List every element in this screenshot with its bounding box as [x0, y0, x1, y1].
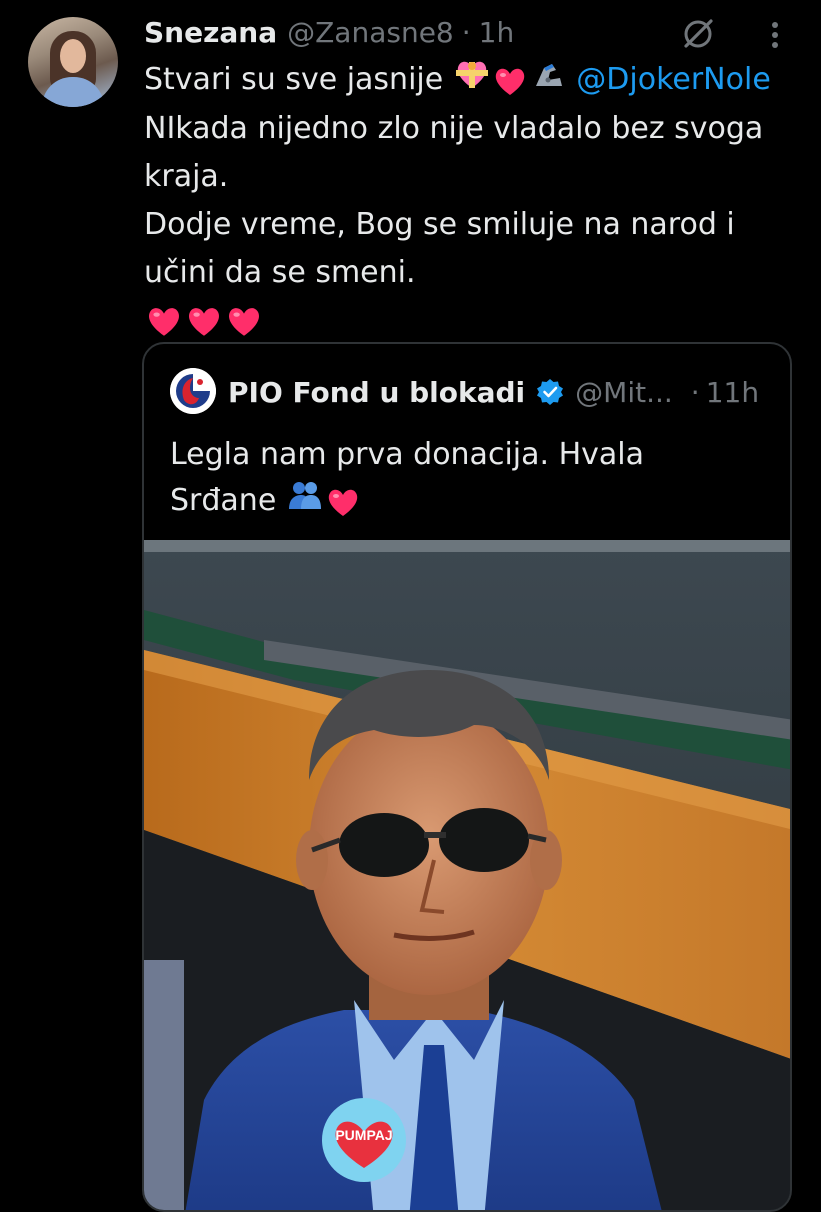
quoted-tweet-timestamp[interactable]: 11h — [706, 376, 759, 409]
tweet-line-1-text: Stvari su sve jasnije — [144, 62, 444, 97]
red-heart-emoji — [185, 304, 223, 338]
heart-with-ribbon-emoji — [454, 57, 490, 105]
people-hugging-emoji — [287, 479, 323, 525]
quoted-author-avatar[interactable] — [170, 368, 216, 414]
header-separator: · — [461, 15, 471, 49]
more-options-icon[interactable] — [760, 18, 790, 52]
quoted-author-handle[interactable]: @Mit... — [575, 376, 673, 409]
pumpaj-sticker-text: PUMPAJ — [335, 1127, 392, 1143]
quoted-line-1: Legla nam prva donacija. Hvala — [170, 437, 644, 472]
grok-icon[interactable] — [678, 14, 718, 54]
red-heart-emoji — [225, 304, 263, 338]
red-heart-emoji — [145, 304, 183, 338]
tweet-line-5: učini da se smeni. — [144, 254, 416, 290]
mention-link[interactable]: @DjokerNole — [576, 62, 770, 97]
tweet-line-4: Dodje vreme, Bog se smiluje na narod i — [144, 206, 735, 242]
tweet-timestamp[interactable]: 1h — [479, 16, 515, 49]
tweet-header: Snezana @Zanasne8 · 1h — [144, 12, 514, 52]
tweet-line-3: kraja. — [144, 158, 229, 194]
avatar-face — [60, 39, 86, 73]
quoted-line-2-text: Srđane — [170, 483, 277, 518]
author-avatar[interactable] — [28, 17, 118, 107]
quoted-tweet-text: Legla nam prva donacija. Hvala Srđane — [170, 432, 770, 525]
quoted-tweet-header: PIO Fond u blokadi @Mit... · 11h — [228, 370, 759, 414]
red-heart-emoji — [492, 65, 528, 97]
quoted-header-separator: · — [690, 375, 700, 409]
red-heart-emoji — [325, 486, 361, 518]
verified-badge-icon — [535, 377, 565, 407]
tweet-line-6-hearts — [144, 297, 804, 345]
quoted-line-2: Srđane — [170, 478, 770, 525]
quoted-tweet-photo[interactable]: PUMPAJ — [144, 540, 790, 1210]
author-display-name[interactable]: Snezana — [144, 16, 277, 49]
quoted-author-display-name[interactable]: PIO Fond u blokadi — [228, 376, 525, 409]
mechanical-arm-emoji — [530, 57, 566, 105]
tweet-line-1: Stvari su sve jasnije @DjokerNole — [144, 56, 804, 105]
tweet-text: Stvari su sve jasnije @DjokerNole NIkada… — [144, 56, 804, 345]
author-handle[interactable]: @Zanasne8 — [287, 16, 454, 49]
tweet-line-2: NIkada nijedno zlo nije vladalo bez svog… — [144, 110, 764, 146]
quoted-tweet-card[interactable]: PIO Fond u blokadi @Mit... · 11h Legla n… — [142, 342, 792, 1212]
